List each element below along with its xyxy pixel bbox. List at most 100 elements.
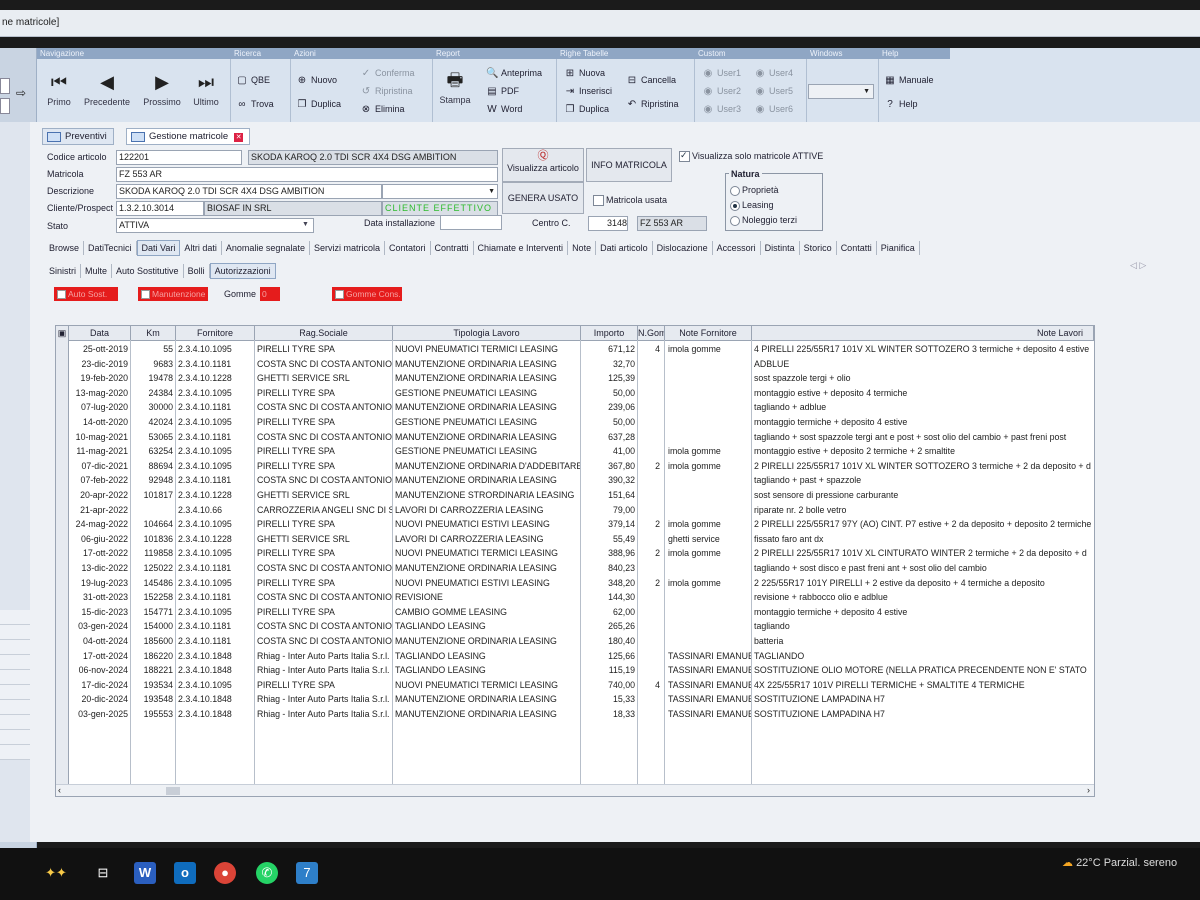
outlook-app-icon[interactable]: o bbox=[174, 862, 196, 884]
tab-auto-sostitutive[interactable]: Auto Sostitutive bbox=[112, 264, 184, 278]
close-icon[interactable]: ✕ bbox=[234, 133, 244, 142]
copilot-icon[interactable]: ✦✦ bbox=[36, 862, 76, 884]
trova-button[interactable]: ∞ Trova bbox=[236, 99, 273, 110]
word-app-icon[interactable]: W bbox=[134, 862, 156, 884]
left-panel-row[interactable] bbox=[0, 640, 30, 655]
primo-button[interactable]: ⏮ Primo bbox=[44, 72, 74, 107]
windows-dropdown[interactable]: ▼ bbox=[808, 84, 874, 99]
user1-button[interactable]: ◉ User1 bbox=[702, 68, 741, 79]
tab-altri-dati[interactable]: Altri dati bbox=[180, 241, 222, 255]
tab-browse[interactable]: Browse bbox=[45, 241, 85, 255]
stato-dropdown[interactable]: ATTIVA bbox=[116, 218, 314, 233]
left-panel-row[interactable] bbox=[0, 625, 30, 640]
tab-gestione-matricole[interactable]: Gestione matricole ✕ bbox=[126, 128, 251, 145]
table-row[interactable]: 07-feb-2022 92948 2.3.4.10.1181 COSTA SNC D… bbox=[56, 473, 1094, 488]
col-data[interactable]: Data bbox=[69, 326, 131, 340]
duplica-button[interactable]: ❐ Duplica bbox=[296, 99, 342, 110]
ultimo-button[interactable]: ⏭ Ultimo bbox=[188, 72, 224, 107]
col-note-lavori[interactable]: Note Lavori bbox=[752, 326, 1094, 340]
conferma-button[interactable]: ✓ Conferma bbox=[360, 68, 415, 79]
table-row[interactable]: 11-mag-2021 63254 2.3.4.10.1095 PIRELLI TYR… bbox=[56, 444, 1094, 459]
tab-preventivi[interactable]: Preventivi bbox=[42, 128, 114, 145]
col-fornitore[interactable]: Fornitore bbox=[176, 326, 255, 340]
tab-accessori[interactable]: Accessori bbox=[713, 241, 761, 255]
table-row[interactable]: 15-dic-2023 154771 2.3.4.10.1095 PIRELLI TY… bbox=[56, 605, 1094, 620]
anteprima-button[interactable]: 🔍 Anteprima bbox=[486, 68, 542, 79]
scroll-right-icon[interactable]: › bbox=[1087, 785, 1090, 795]
ripristina-button[interactable]: ↺ Ripristina bbox=[360, 86, 413, 97]
pdf-button[interactable]: ▤ PDF bbox=[486, 86, 519, 97]
help-button[interactable]: ? Help bbox=[884, 99, 917, 110]
table-row[interactable]: 19-lug-2023 145486 2.3.4.10.1095 PIRELLI TY… bbox=[56, 576, 1094, 591]
solo-attive-checkbox[interactable] bbox=[679, 150, 690, 162]
duplica-riga-button[interactable]: ❐ Duplica bbox=[564, 104, 610, 115]
table-row[interactable]: 17-ott-2024 186220 2.3.4.10.1848 Rhiag - In… bbox=[56, 649, 1094, 664]
precedente-button[interactable]: ◀ Precedente bbox=[80, 72, 134, 107]
col-note-fornitore[interactable]: Note Fornitore bbox=[665, 326, 752, 340]
word-button[interactable]: W Word bbox=[486, 104, 522, 115]
matricola-field[interactable]: FZ 553 AR bbox=[116, 167, 498, 182]
exit-icon[interactable]: ⇨ bbox=[16, 86, 26, 100]
left-panel-row[interactable] bbox=[0, 730, 30, 745]
weather-widget[interactable]: ☁ 22°C Parzial. sereno bbox=[1062, 856, 1177, 869]
whatsapp-app-icon[interactable]: ✆ bbox=[256, 862, 278, 884]
table-row[interactable]: 25-ott-2019 55 2.3.4.10.1095 PIRELLI TYRE S… bbox=[56, 342, 1094, 357]
natura-leasing-radio[interactable] bbox=[730, 201, 740, 211]
qbe-button[interactable]: ▢ QBE bbox=[236, 75, 270, 86]
table-row[interactable]: 17-dic-2024 193534 2.3.4.10.1095 PIRELLI TY… bbox=[56, 678, 1094, 693]
left-panel-row[interactable] bbox=[0, 685, 30, 700]
centro-field[interactable]: 3148 bbox=[588, 216, 628, 231]
left-panel-row[interactable] bbox=[0, 715, 30, 730]
tab-multe[interactable]: Multe bbox=[81, 264, 113, 278]
row-selector-header[interactable]: ▣ bbox=[56, 326, 69, 340]
table-row[interactable]: 23-dic-2019 9683 2.3.4.10.1181 COSTA SNC DI… bbox=[56, 357, 1094, 372]
cliente-code-field[interactable]: 1.3.2.10.3014 bbox=[116, 201, 204, 216]
nuovo-button[interactable]: ⊕ Nuovo bbox=[296, 75, 337, 86]
user6-button[interactable]: ◉ User6 bbox=[754, 104, 793, 115]
user4-button[interactable]: ◉ User4 bbox=[754, 68, 793, 79]
natura-proprieta-radio[interactable] bbox=[730, 186, 740, 196]
col-importo[interactable]: Importo bbox=[581, 326, 638, 340]
table-row[interactable]: 19-feb-2020 19478 2.3.4.10.1228 GHETTI SERV… bbox=[56, 371, 1094, 386]
tab-note[interactable]: Note bbox=[568, 241, 597, 255]
tab-chiamate[interactable]: Chiamate e Interventi bbox=[474, 241, 569, 255]
tab-contatori[interactable]: Contatori bbox=[385, 241, 431, 255]
tab-servizi-matricola[interactable]: Servizi matricola bbox=[310, 241, 385, 255]
left-panel-row[interactable] bbox=[0, 745, 30, 760]
left-panel-row[interactable] bbox=[0, 655, 30, 670]
matricola-usata-checkbox[interactable] bbox=[593, 195, 604, 206]
table-row[interactable]: 13-dic-2022 125022 2.3.4.10.1181 COSTA SNC … bbox=[56, 561, 1094, 576]
descrizione-field[interactable]: SKODA KAROQ 2.0 TDI SCR 4X4 DSG AMBITION bbox=[116, 184, 382, 199]
genera-usato-button[interactable]: GENERA USATO bbox=[502, 182, 584, 214]
col-km[interactable]: Km bbox=[131, 326, 176, 340]
left-panel-row[interactable] bbox=[0, 670, 30, 685]
tab-storico[interactable]: Storico bbox=[800, 241, 837, 255]
table-row[interactable]: 03-gen-2024 154000 2.3.4.10.1181 COSTA SNC … bbox=[56, 619, 1094, 634]
table-row[interactable]: 21-apr-2022 2.3.4.10.66 CARROZZERIA ANGELI… bbox=[56, 503, 1094, 518]
natura-noleggio-radio[interactable] bbox=[730, 216, 740, 226]
col-ngom[interactable]: N.Gom bbox=[638, 326, 665, 340]
table-row[interactable]: 17-ott-2022 119858 2.3.4.10.1095 PIRELLI TY… bbox=[56, 546, 1094, 561]
tab-dislocazione[interactable]: Dislocazione bbox=[653, 241, 713, 255]
user5-button[interactable]: ◉ User5 bbox=[754, 86, 793, 97]
app-7-icon[interactable]: 7 bbox=[296, 862, 318, 884]
col-rag-sociale[interactable]: Rag.Sociale bbox=[255, 326, 393, 340]
table-row[interactable]: 13-mag-2020 24384 2.3.4.10.1095 PIRELLI TYR… bbox=[56, 386, 1094, 401]
gomme-cons-checkbox[interactable] bbox=[335, 290, 344, 299]
ripristina-riga-button[interactable]: ↶ Ripristina bbox=[626, 99, 679, 110]
manutenzione-checkbox[interactable] bbox=[141, 290, 150, 299]
visualizza-articolo-button[interactable]: Ⓠ Visualizza articolo bbox=[502, 148, 584, 182]
tab-pianifica[interactable]: Pianifica bbox=[877, 241, 920, 255]
task-view-icon[interactable]: ⊟ bbox=[92, 862, 114, 884]
stampa-button[interactable]: 🖶 Stampa bbox=[436, 70, 474, 105]
manuale-button[interactable]: ▦ Manuale bbox=[884, 75, 933, 86]
tab-sinistri[interactable]: Sinistri bbox=[45, 264, 82, 278]
info-matricola-button[interactable]: INFO MATRICOLA bbox=[586, 148, 672, 182]
data-installazione-field[interactable] bbox=[440, 215, 502, 230]
tab-contratti[interactable]: Contratti bbox=[431, 241, 474, 255]
horizontal-scrollbar[interactable]: ‹ › bbox=[56, 784, 1094, 796]
scroll-thumb[interactable] bbox=[166, 787, 180, 795]
user3-button[interactable]: ◉ User3 bbox=[702, 104, 741, 115]
manutenzione-flag[interactable]: Manutenzione bbox=[138, 287, 208, 301]
left-strip-handle[interactable] bbox=[0, 78, 10, 94]
